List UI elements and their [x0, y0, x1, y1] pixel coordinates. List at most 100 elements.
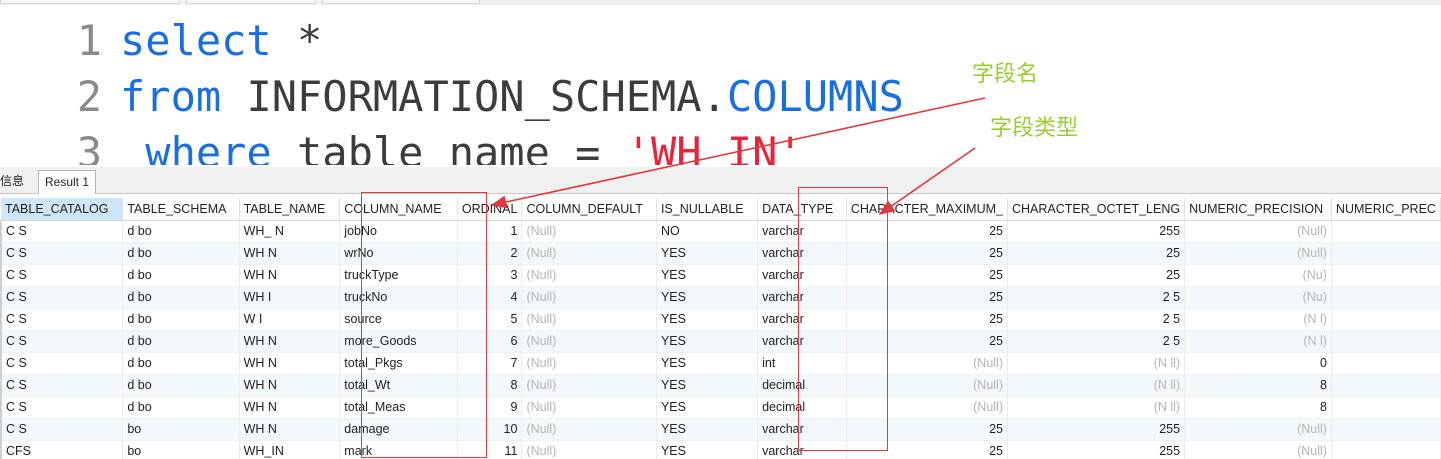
table-cell[interactable]: YES: [656, 308, 759, 331]
table-cell[interactable]: (Null): [521, 330, 657, 353]
table-cell[interactable]: (Null): [521, 220, 657, 243]
table-cell[interactable]: (N ll): [1007, 374, 1186, 397]
table-cell[interactable]: WH_ N: [239, 220, 341, 243]
table-row[interactable]: C Sd bo W Isource 5 (Null) YES varchar 25 2 5 (N…: [0, 308, 1441, 331]
table-row[interactable]: C Sd bo WH Ntotal_Meas 9 (Null) YES decimal (N…: [0, 396, 1441, 419]
table-cell[interactable]: C S: [0, 374, 124, 397]
editor-tab[interactable]: [0, 0, 180, 4]
table-cell[interactable]: C S: [0, 264, 124, 287]
table-cell[interactable]: C S: [0, 220, 124, 243]
table-cell[interactable]: d bo: [122, 308, 240, 331]
column-header-numeric-prec[interactable]: NUMERIC_PREC: [1331, 198, 1441, 221]
table-cell[interactable]: [1331, 440, 1441, 459]
table-cell[interactable]: (Nu): [1184, 264, 1332, 287]
table-cell[interactable]: WH_IN: [239, 440, 341, 459]
table-cell[interactable]: (Null): [521, 286, 657, 309]
table-cell[interactable]: [1331, 352, 1441, 375]
table-row[interactable]: C Sd bo WH Nmore_Goods 6 (Null) YES varchar 25…: [0, 330, 1441, 353]
column-header-table-catalog[interactable]: TABLE_CATALOG: [1, 198, 124, 221]
table-cell[interactable]: 2 5: [1007, 308, 1186, 331]
table-cell[interactable]: d bo: [122, 242, 240, 265]
editor-tab[interactable]: [186, 0, 316, 4]
column-header-character-octet-leng[interactable]: CHARACTER_OCTET_LENG: [1007, 198, 1186, 221]
table-cell[interactable]: d bo: [122, 220, 240, 243]
table-cell[interactable]: d bo: [122, 330, 240, 353]
table-row[interactable]: C Sbo WH Ndamage 10 (Null) YES varchar 25 255 (N…: [0, 418, 1441, 441]
table-cell[interactable]: WH N: [239, 418, 341, 441]
table-cell[interactable]: (Null): [521, 440, 657, 459]
table-cell[interactable]: 0: [1184, 352, 1332, 375]
table-cell[interactable]: (Null): [521, 308, 657, 331]
table-cell[interactable]: (Null): [1184, 440, 1332, 459]
table-cell[interactable]: YES: [656, 286, 759, 309]
table-cell[interactable]: C S: [0, 286, 124, 309]
table-cell[interactable]: (Null): [521, 264, 657, 287]
table-row[interactable]: C Sd bo WH NwrNo 2 (Null) YES varchar 25 25 (Nul…: [0, 242, 1441, 265]
table-cell[interactable]: C S: [0, 352, 124, 375]
table-cell[interactable]: [1331, 308, 1441, 331]
table-row[interactable]: C Sd bo WH_ NjobNo 1 (Null) NO varchar 25 255 (N…: [0, 220, 1441, 243]
table-row[interactable]: CFS bo WH_IN mark 11 (Null) YES varchar 25 255 (Nu…: [0, 440, 1441, 459]
table-cell[interactable]: (N ll): [1007, 352, 1186, 375]
table-cell[interactable]: W I: [239, 308, 341, 331]
table-cell[interactable]: YES: [656, 264, 759, 287]
table-cell[interactable]: 25: [1007, 242, 1186, 265]
table-cell[interactable]: WH N: [239, 242, 341, 265]
table-cell[interactable]: [1331, 286, 1441, 309]
table-cell[interactable]: YES: [656, 418, 759, 441]
table-cell[interactable]: [1331, 396, 1441, 419]
table-cell[interactable]: WH N: [239, 374, 341, 397]
table-cell[interactable]: (Null): [521, 374, 657, 397]
table-cell[interactable]: (Null): [1184, 418, 1332, 441]
table-cell[interactable]: 25: [1007, 264, 1186, 287]
table-cell[interactable]: WH N: [239, 396, 341, 419]
table-cell[interactable]: YES: [656, 242, 759, 265]
table-cell[interactable]: C S: [0, 330, 124, 353]
table-cell[interactable]: [1331, 220, 1441, 243]
table-cell[interactable]: (Null): [521, 418, 657, 441]
table-row[interactable]: C Sd bo WH Ntotal_Wt 8 (Null) YES decimal (Nul…: [0, 374, 1441, 397]
table-cell[interactable]: (Null): [521, 242, 657, 265]
table-cell[interactable]: 2 5: [1007, 286, 1186, 309]
table-cell[interactable]: YES: [656, 352, 759, 375]
table-cell[interactable]: (Null): [521, 352, 657, 375]
table-cell[interactable]: [1331, 242, 1441, 265]
table-cell[interactable]: YES: [656, 396, 759, 419]
table-cell[interactable]: 8: [1184, 396, 1332, 419]
table-cell[interactable]: WH N: [239, 330, 341, 353]
table-cell[interactable]: YES: [656, 440, 759, 459]
table-cell[interactable]: [1331, 264, 1441, 287]
table-cell[interactable]: d bo: [122, 374, 240, 397]
table-cell[interactable]: 8: [1184, 374, 1332, 397]
column-header-is-nullable[interactable]: IS_NULLABLE: [656, 198, 759, 221]
table-cell[interactable]: (N l): [1184, 308, 1332, 331]
table-cell[interactable]: WH N: [239, 352, 341, 375]
column-header-numeric-precision[interactable]: NUMERIC_PRECISION: [1184, 198, 1332, 221]
table-cell[interactable]: WH N: [239, 264, 341, 287]
table-cell[interactable]: C S: [0, 396, 124, 419]
editor-tab[interactable]: [322, 0, 480, 4]
table-cell[interactable]: 2 5: [1007, 330, 1186, 353]
table-cell[interactable]: d bo: [122, 286, 240, 309]
table-cell[interactable]: bo: [122, 440, 240, 459]
tab-info[interactable]: 信息: [0, 170, 30, 194]
table-cell[interactable]: 255: [1007, 220, 1186, 243]
table-cell[interactable]: C S: [0, 308, 124, 331]
table-cell[interactable]: (N ll): [1007, 396, 1186, 419]
table-cell[interactable]: (Null): [521, 396, 657, 419]
table-cell[interactable]: WH I: [239, 286, 341, 309]
table-cell[interactable]: d bo: [122, 264, 240, 287]
table-cell[interactable]: (Null): [1184, 242, 1332, 265]
table-cell[interactable]: (Null): [1184, 220, 1332, 243]
table-cell[interactable]: (N l): [1184, 330, 1332, 353]
table-row[interactable]: C Sd bo WH Ntotal_Pkgs 7 (Null) YES int (Null)…: [0, 352, 1441, 375]
result-grid[interactable]: TABLE_CATALOG TABLE_SCHEMA TABLE_NAME COLUM…: [0, 198, 1441, 459]
table-row[interactable]: C Sd bo WH NtruckType 3 (Null) YES varchar 25 2…: [0, 264, 1441, 287]
table-cell[interactable]: NO: [656, 220, 759, 243]
table-cell[interactable]: [1331, 374, 1441, 397]
table-cell[interactable]: YES: [656, 374, 759, 397]
table-cell[interactable]: CFS: [0, 440, 124, 459]
table-cell[interactable]: YES: [656, 330, 759, 353]
table-cell[interactable]: (Nu): [1184, 286, 1332, 309]
table-cell[interactable]: d bo: [122, 352, 240, 375]
